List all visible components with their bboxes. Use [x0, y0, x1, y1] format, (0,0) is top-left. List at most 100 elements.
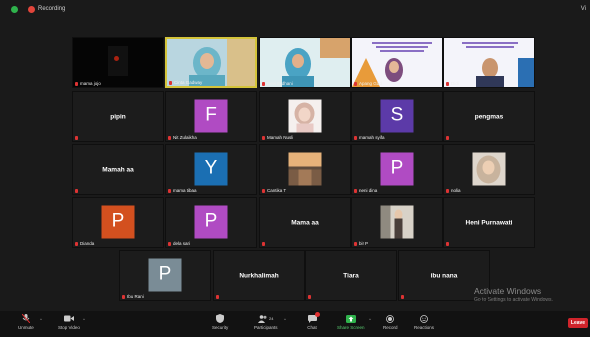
- participant-display-name: Heni Purnawati: [465, 219, 513, 226]
- participant-video: [260, 38, 350, 87]
- participant-tile[interactable]: Didi: [443, 37, 535, 88]
- share-screen-label: Share Screen: [337, 325, 365, 330]
- participant-name: Ibu Rani: [127, 294, 144, 299]
- microphone-muted-icon: [75, 241, 78, 246]
- microphone-muted-icon: [308, 295, 311, 299]
- microphone-muted-icon: [75, 189, 78, 193]
- participant-name: mamah syifa: [359, 135, 385, 140]
- participant-avatar: Y: [194, 152, 228, 186]
- participant-name-tag: mama tibaa: [168, 188, 197, 193]
- recording-label[interactable]: Recording: [38, 6, 65, 12]
- record-button[interactable]: Record: [383, 314, 398, 330]
- participant-tile[interactable]: P Dianda: [72, 197, 164, 248]
- activate-windows-title: Activate Windows: [474, 286, 542, 296]
- activate-windows-subtitle: Go to Settings to activate Windows.: [474, 297, 553, 303]
- participant-avatar: P: [380, 152, 414, 186]
- participant-name-tag: Cantika T: [262, 188, 286, 193]
- security-button[interactable]: Security: [212, 314, 228, 330]
- share-options-caret[interactable]: ^: [369, 317, 371, 322]
- participant-tile[interactable]: pipin: [72, 91, 164, 142]
- reactions-label: Reactions: [414, 325, 435, 330]
- participant-tile[interactable]: mama jojo: [72, 37, 164, 88]
- chat-icon: [307, 312, 320, 323]
- participant-name: mama jojo: [80, 81, 101, 86]
- participants-count: 24: [269, 316, 274, 321]
- participant-name: mama tibaa: [173, 188, 197, 193]
- unmute-options-caret[interactable]: ^: [40, 317, 42, 322]
- participant-name: Nit Zulaikha: [173, 135, 197, 140]
- stop-video-button[interactable]: Stop Video: [58, 314, 80, 330]
- participant-tile[interactable]: Pdela sari: [165, 197, 257, 248]
- microphone-muted-icon: [354, 241, 357, 246]
- participant-name-tag: Dianda: [75, 241, 94, 246]
- participant-tile[interactable]: Tiara: [305, 250, 397, 301]
- share-screen-button[interactable]: Share Screen: [337, 314, 365, 330]
- leave-button[interactable]: Leave: [568, 318, 588, 328]
- participant-tile[interactable]: Mamah aa: [72, 144, 164, 195]
- participant-display-name: pengmas: [474, 113, 504, 120]
- participants-label: Participants: [254, 325, 278, 330]
- participant-avatar: P: [101, 205, 135, 239]
- participant-name: Cinta Gadway: [174, 80, 203, 85]
- microphone-muted-icon: [446, 81, 449, 86]
- participant-tile[interactable]: Mamah Nusli: [259, 91, 351, 142]
- stop-video-label: Stop Video: [58, 325, 80, 330]
- microphone-muted-icon: [401, 295, 404, 299]
- participant-tile[interactable]: bi! P: [351, 197, 443, 248]
- reactions-button[interactable]: Reactions: [414, 314, 434, 330]
- shield-icon[interactable]: [11, 6, 18, 13]
- unmute-button[interactable]: Unmute: [18, 314, 34, 330]
- recording-icon[interactable]: [28, 6, 35, 13]
- participant-profile-photo: [288, 99, 322, 133]
- reactions-icon: [419, 314, 429, 323]
- participant-tile[interactable]: Pneni dina: [351, 144, 443, 195]
- participant-name-tag: [446, 136, 451, 140]
- video-options-caret[interactable]: ^: [83, 317, 85, 322]
- participant-tile[interactable]: F Nit Zulaikha: [165, 91, 257, 142]
- microphone-muted-icon: [262, 188, 265, 193]
- participant-avatar: P: [148, 258, 182, 292]
- microphone-muted-icon: [168, 135, 171, 140]
- participant-name: dela sari: [173, 241, 191, 246]
- participant-tile[interactable]: Nurkhalimah: [213, 250, 305, 301]
- microphone-muted-icon: [216, 295, 219, 299]
- participant-tile[interactable]: pengmas: [443, 91, 535, 142]
- participant-video: [108, 46, 128, 76]
- participant-video: [167, 39, 255, 86]
- participant-name-tag: [308, 295, 313, 299]
- participant-tile[interactable]: Heni Purnawati: [443, 197, 535, 248]
- participant-tile[interactable]: Ymama tibaa: [165, 144, 257, 195]
- participant-tile[interactable]: Cinta Gadway: [165, 37, 257, 88]
- unmute-label: Unmute: [18, 325, 34, 330]
- participants-icon: 24: [255, 314, 277, 323]
- participant-video: [444, 38, 534, 87]
- view-button[interactable]: Vi: [581, 6, 586, 12]
- chat-button[interactable]: Chat: [307, 312, 320, 330]
- participant-tile[interactable]: Cantika T: [259, 144, 351, 195]
- participant-profile-photo: [380, 205, 414, 239]
- participant-display-name: Mama aa: [291, 219, 319, 226]
- participant-name-tag: Apang Gdd: [354, 81, 382, 86]
- microphone-muted-icon: [21, 314, 31, 323]
- participants-button[interactable]: 24 Participants: [254, 314, 278, 330]
- participant-name-tag: [262, 242, 267, 246]
- participant-tile[interactable]: Smamah syifa: [351, 91, 443, 142]
- participant-tile[interactable]: nolia: [443, 144, 535, 195]
- participant-tile[interactable]: Apang Gdd: [351, 37, 443, 88]
- microphone-muted-icon: [169, 80, 172, 85]
- participant-name-tag: mamah syifa: [354, 135, 385, 140]
- participant-tile[interactable]: P Ibu Rani: [119, 250, 211, 301]
- microphone-muted-icon: [262, 242, 265, 246]
- participant-name-tag: [401, 295, 406, 299]
- participant-tile[interactable]: Mama aa: [259, 197, 351, 248]
- microphone-muted-icon: [446, 242, 449, 246]
- participant-tile[interactable]: Devi Erdhani: [259, 37, 351, 88]
- participant-profile-photo: [472, 152, 506, 186]
- participant-video: [352, 38, 442, 87]
- participants-options-caret[interactable]: ^: [284, 317, 286, 322]
- participant-name-tag: Nit Zulaikha: [168, 135, 197, 140]
- participant-avatar: P: [194, 205, 228, 239]
- participant-name-tag: Devi Erdhani: [262, 81, 293, 86]
- participant-name: Dianda: [80, 241, 95, 246]
- security-label: Security: [212, 325, 229, 330]
